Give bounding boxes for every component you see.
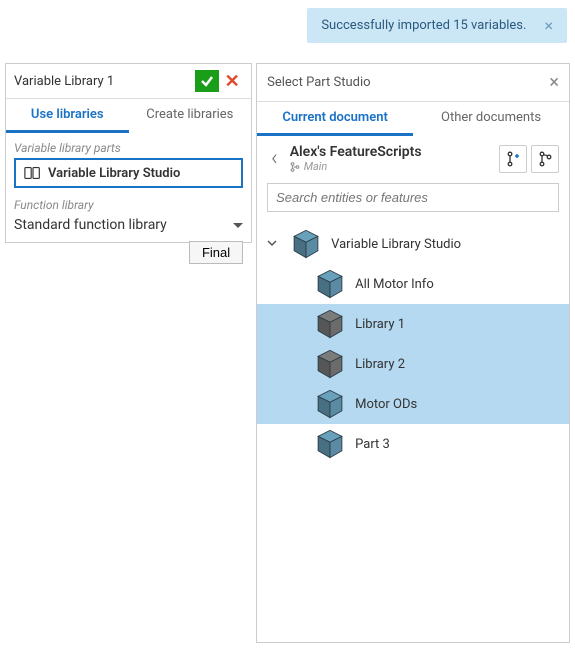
tree-item[interactable]: Library 2 (257, 344, 569, 384)
studio-icon (24, 165, 42, 181)
tree-item[interactable]: Library 1 (257, 304, 569, 344)
tree-label: Library 1 (355, 317, 405, 332)
toast-message: Successfully imported 15 variables. (321, 18, 526, 33)
add-version-button[interactable] (499, 145, 527, 173)
workspace-label: Main (290, 160, 491, 173)
function-label: Function library (14, 198, 243, 212)
tree-label: Variable Library Studio (331, 237, 461, 252)
tree-label: Motor ODs (355, 397, 417, 412)
tree-root[interactable]: Variable Library Studio (257, 224, 569, 264)
studio-selector[interactable]: Variable Library Studio (14, 158, 243, 188)
panel-header: Select Part Studio × (257, 64, 569, 102)
function-select[interactable]: Standard function library (14, 215, 243, 235)
close-icon[interactable]: × (549, 72, 559, 93)
tab-other-documents[interactable]: Other documents (413, 102, 569, 136)
back-button[interactable]: ‹ (267, 146, 282, 171)
toast: Successfully imported 15 variables. × (307, 8, 567, 43)
document-name: Alex's FeatureScripts (290, 144, 491, 160)
tree-item[interactable]: Part 3 (257, 424, 569, 464)
tree-item[interactable]: All Motor Info (257, 264, 569, 304)
studio-name: Variable Library Studio (48, 166, 180, 181)
parts-label: Variable library parts (14, 141, 243, 155)
select-part-studio-panel: Select Part Studio × Current document Ot… (256, 63, 570, 643)
panel-title: Variable Library 1 (14, 74, 195, 89)
panel-header: Variable Library 1 ✕ (6, 64, 251, 99)
chevron-down-icon (233, 223, 243, 228)
final-button[interactable]: Final (189, 241, 243, 264)
tree-label: Library 2 (355, 357, 405, 372)
variable-library-panel: Variable Library 1 ✕ Use libraries Creat… (5, 63, 252, 243)
tab-current-document[interactable]: Current document (257, 102, 413, 136)
cube-icon (313, 307, 347, 341)
expand-toggle[interactable] (267, 238, 281, 251)
cube-icon (313, 347, 347, 381)
confirm-button[interactable] (195, 70, 219, 92)
close-icon[interactable]: × (544, 16, 553, 35)
tree-label: All Motor Info (355, 277, 434, 292)
branch-button[interactable] (531, 145, 559, 173)
search-input[interactable] (267, 183, 559, 212)
branch-icon (290, 162, 300, 172)
cube-icon (289, 227, 323, 261)
tab-create-libraries[interactable]: Create libraries (129, 99, 252, 133)
tree-item[interactable]: Motor ODs (257, 384, 569, 424)
cube-icon (313, 387, 347, 421)
function-value: Standard function library (14, 217, 167, 233)
cube-icon (313, 427, 347, 461)
tree-label: Part 3 (355, 437, 390, 452)
breadcrumb: ‹ Alex's FeatureScripts Main (257, 138, 569, 179)
cube-icon (313, 267, 347, 301)
tab-use-libraries[interactable]: Use libraries (6, 99, 129, 133)
part-tree: Variable Library Studio All Motor Info L… (257, 220, 569, 642)
cancel-button[interactable]: ✕ (221, 70, 243, 92)
panel-title: Select Part Studio (267, 75, 549, 90)
